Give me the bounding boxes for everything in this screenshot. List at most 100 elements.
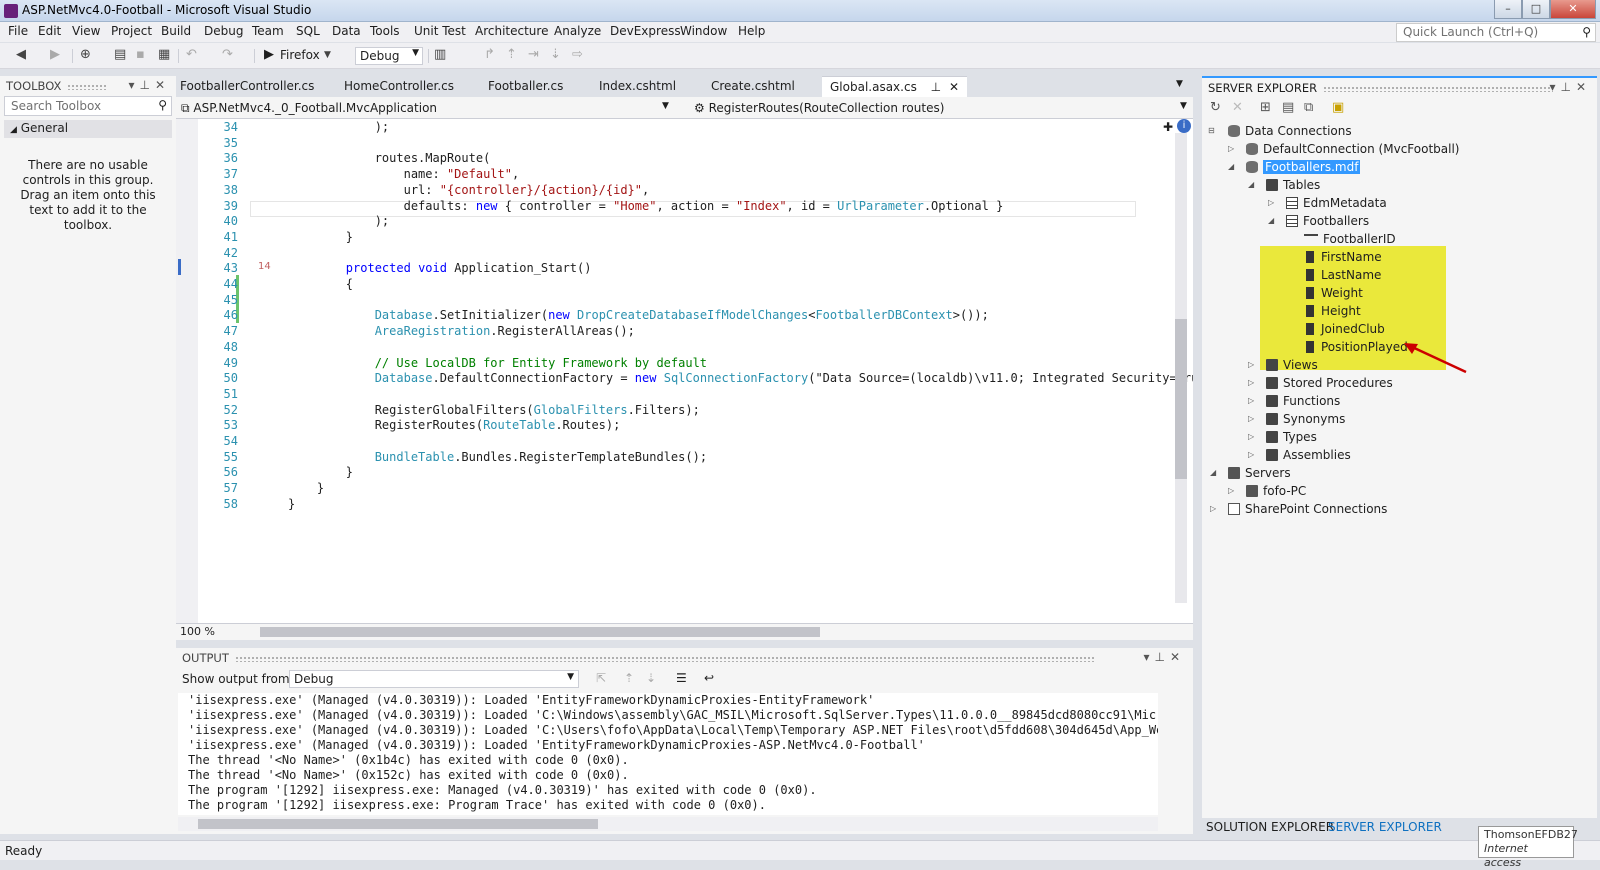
tab-global-asax[interactable]: Global.asax.cs ⊥ ✕: [822, 76, 967, 97]
tree-column-joinedclub[interactable]: JoinedClub: [1304, 320, 1385, 338]
find-in-files-icon[interactable]: ▥: [434, 48, 446, 62]
output-text[interactable]: 'iisexpress.exe' (Managed (v4.0.30319)):…: [178, 693, 1158, 815]
step-icon[interactable]: ↱: [484, 48, 495, 62]
bookmark-up-icon[interactable]: ⇡: [506, 48, 517, 62]
menu-project[interactable]: Project: [111, 24, 152, 38]
toolbox-search-input[interactable]: Search Toolbox ⚲: [4, 96, 172, 116]
tree-server-pc[interactable]: ▷ fofo-PC: [1228, 482, 1306, 500]
quick-launch-input[interactable]: Quick Launch (Ctrl+Q) ⚲: [1396, 23, 1596, 42]
tree-stored-procedures[interactable]: ▷ Stored Procedures: [1248, 374, 1393, 392]
word-wrap-icon[interactable]: ↩: [704, 671, 714, 685]
menu-unit-test[interactable]: Unit Test: [414, 24, 466, 38]
solution-configuration-select[interactable]: Debug ▼: [355, 47, 423, 65]
find-message-icon[interactable]: ⇱: [596, 671, 606, 685]
references-count[interactable]: 14: [258, 261, 271, 272]
tree-column-height[interactable]: Height: [1304, 302, 1361, 320]
close-icon[interactable]: ✕: [155, 78, 170, 92]
dropdown-icon[interactable]: ▾: [1143, 650, 1154, 664]
navigate-icon[interactable]: ⇨: [572, 48, 583, 62]
close-window-button[interactable]: ✕: [1550, 0, 1596, 19]
menu-devexpress[interactable]: DevExpress: [610, 24, 681, 38]
menu-debug[interactable]: Debug: [204, 24, 243, 38]
tree-views[interactable]: ▷ Views: [1248, 356, 1318, 374]
connect-to-sharepoint-icon[interactable]: ⧉: [1304, 100, 1313, 115]
menu-data[interactable]: Data: [332, 24, 361, 38]
menu-architecture[interactable]: Architecture: [475, 24, 548, 38]
toolbox-group-general[interactable]: ◢ General: [4, 120, 172, 138]
redo-icon[interactable]: ↷: [222, 48, 233, 62]
pin-icon[interactable]: ⊥: [931, 80, 941, 94]
browser-selector[interactable]: Firefox: [280, 48, 320, 62]
close-icon[interactable]: ✕: [1170, 650, 1185, 664]
tab-list-dropdown-icon[interactable]: ▼: [1176, 79, 1183, 89]
tree-footballers-table[interactable]: ◢ Footballers: [1268, 212, 1369, 230]
menu-view[interactable]: View: [72, 24, 100, 38]
menu-file[interactable]: File: [8, 24, 28, 38]
vertical-scroll-thumb[interactable]: [1175, 319, 1187, 479]
output-source-select[interactable]: Debug ▼: [289, 670, 579, 688]
pin-icon[interactable]: ⊥: [139, 78, 154, 92]
save-icon[interactable]: ▪: [136, 48, 145, 62]
tab-index-cshtml[interactable]: Index.cshtml: [599, 79, 676, 93]
tree-data-connections[interactable]: ⊟ Data Connections: [1208, 122, 1352, 140]
clear-all-icon[interactable]: ☰: [676, 671, 687, 685]
code-editor[interactable]: 34 ); 35 36 routes.MapRoute(37 name: "Defa…: [176, 119, 1193, 623]
maximize-button[interactable]: □: [1522, 0, 1550, 19]
horizontal-scroll-thumb[interactable]: [260, 627, 820, 637]
comment-icon[interactable]: ⇥: [528, 48, 539, 62]
back-icon[interactable]: ◀: [16, 48, 26, 62]
menu-tools[interactable]: Tools: [370, 24, 400, 38]
previous-message-icon[interactable]: ⇡: [624, 671, 634, 685]
tree-functions[interactable]: ▷ Functions: [1248, 392, 1340, 410]
tree-column-lastname[interactable]: LastName: [1304, 266, 1381, 284]
tree-column-positionplayed[interactable]: PositionPlayed: [1304, 338, 1408, 356]
tree-types[interactable]: ▷ Types: [1248, 428, 1317, 446]
minimize-button[interactable]: –: [1494, 0, 1522, 19]
tab-home-controller[interactable]: HomeController.cs: [344, 79, 454, 93]
dropdown-icon[interactable]: ▾: [128, 78, 139, 92]
tree-footballers-mdf[interactable]: ◢ Footballers.mdf: [1228, 158, 1361, 176]
project-dropdown[interactable]: ⧉ ASP.NetMvc4._0_Football.MvcApplication: [181, 101, 437, 116]
tab-solution-explorer[interactable]: SOLUTION EXPLORER: [1206, 820, 1334, 834]
undo-icon[interactable]: ↶: [186, 48, 197, 62]
tree-column-weight[interactable]: Weight: [1304, 284, 1363, 302]
connect-to-server-icon[interactable]: ▤: [1282, 100, 1294, 115]
tree-column-footballerid[interactable]: FootballerID: [1304, 230, 1396, 248]
info-icon[interactable]: i: [1177, 119, 1191, 133]
forward-icon[interactable]: ▶: [50, 48, 60, 62]
menu-analyze[interactable]: Analyze: [554, 24, 601, 38]
close-icon[interactable]: ✕: [1576, 80, 1591, 94]
next-message-icon[interactable]: ⇣: [646, 671, 656, 685]
tree-sharepoint[interactable]: ▷ SharePoint Connections: [1210, 500, 1387, 518]
pin-icon[interactable]: ⊥: [1560, 80, 1575, 94]
close-icon[interactable]: ✕: [949, 80, 959, 94]
menu-build[interactable]: Build: [161, 24, 191, 38]
save-all-icon[interactable]: ▦: [158, 48, 170, 62]
menu-team[interactable]: Team: [252, 24, 284, 38]
tree-column-firstname[interactable]: FirstName: [1304, 248, 1382, 266]
output-horizontal-scrollbar[interactable]: [178, 817, 1158, 831]
bookmark-down-icon[interactable]: ⇣: [550, 48, 561, 62]
new-project-icon[interactable]: ⊕: [80, 48, 91, 62]
start-debugging-icon[interactable]: ▶: [264, 48, 274, 62]
tree-servers[interactable]: ◢ Servers: [1210, 464, 1291, 482]
tree-edm-metadata[interactable]: ▷ EdmMetadata: [1268, 194, 1387, 212]
tab-server-explorer[interactable]: SERVER EXPLORER: [1328, 820, 1442, 834]
menu-sql[interactable]: SQL: [296, 24, 320, 38]
split-icon[interactable]: ✚: [1163, 120, 1173, 134]
dropdown-icon[interactable]: ▾: [1549, 80, 1560, 94]
menu-help[interactable]: Help: [738, 24, 765, 38]
tree-assemblies[interactable]: ▷ Assemblies: [1248, 446, 1351, 464]
azure-icon[interactable]: ▣: [1332, 100, 1344, 115]
connect-to-database-icon[interactable]: ⊞: [1260, 100, 1271, 115]
stop-icon[interactable]: ✕: [1232, 100, 1243, 115]
refresh-icon[interactable]: ↻: [1210, 100, 1221, 115]
tab-footballer-controller[interactable]: FootballerController.cs: [180, 79, 314, 93]
zoom-level[interactable]: 100 %: [180, 625, 215, 638]
member-dropdown[interactable]: ⚙ RegisterRoutes(RouteCollection routes): [694, 101, 944, 115]
menu-window[interactable]: Window: [680, 24, 727, 38]
tree-default-connection[interactable]: ▷ DefaultConnection (MvcFootball): [1228, 140, 1459, 158]
tab-footballer-cs[interactable]: Footballer.cs: [488, 79, 563, 93]
tree-tables[interactable]: ◢ Tables: [1248, 176, 1320, 194]
tree-synonyms[interactable]: ▷ Synonyms: [1248, 410, 1345, 428]
